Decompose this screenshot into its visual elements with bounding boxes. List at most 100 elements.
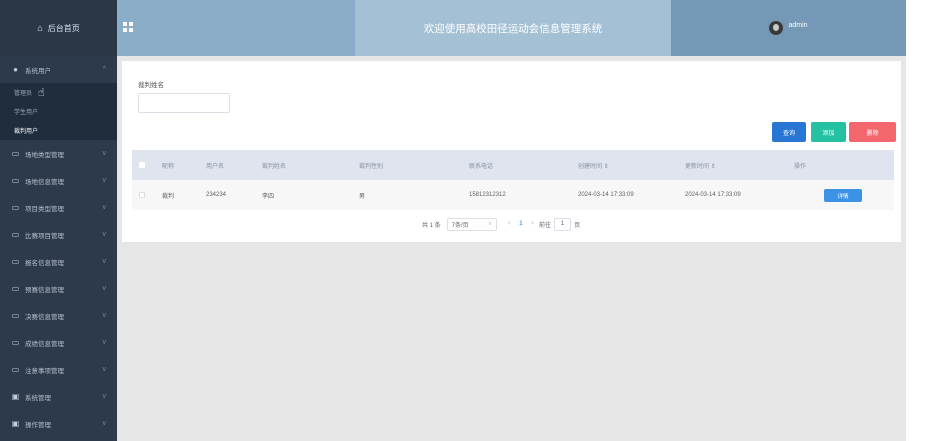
- column-header: 裁判性别: [359, 163, 384, 170]
- chevron-down-icon: v: [102, 420, 107, 427]
- sidebar-subitem-label: 管理员: [14, 91, 33, 97]
- chevron-down-icon: v: [102, 150, 107, 157]
- user-icon: ●: [13, 65, 18, 74]
- cell-gender: 男: [359, 193, 366, 200]
- sidebar-subitem-student[interactable]: 学生用户: [0, 102, 117, 121]
- sidebar-item-label: 成绩信息管理: [25, 340, 64, 348]
- sidebar-item-label: 报名信息管理: [25, 259, 64, 267]
- main-content: 裁判姓名 查询 添加 删除 昵称 用户名 裁判姓名 裁判性别 联系电话 创建时间…: [117, 56, 906, 441]
- cell-nickname: 裁判: [162, 193, 175, 200]
- sidebar-item-label: 项目类型管理: [25, 205, 64, 213]
- sidebar-home[interactable]: ⌂ 后台首页: [0, 0, 117, 56]
- column-header: 昵称: [162, 163, 175, 170]
- sidebar-item-registration[interactable]: ▭ 报名信息管理 v: [0, 248, 117, 275]
- chevron-down-icon: v: [102, 339, 107, 346]
- sidebar-subitem-label: 裁判用户: [14, 129, 39, 135]
- document-icon: ▭: [11, 257, 20, 266]
- sidebar-item-label: 预赛信息管理: [25, 286, 64, 294]
- table-row: 裁判 234234 李四 男 15812312312 2024-03-14 17…: [132, 180, 894, 210]
- column-header: 联系电话: [469, 163, 494, 170]
- prev-page-icon[interactable]: <: [508, 221, 512, 227]
- delete-button[interactable]: 删除: [849, 122, 896, 142]
- current-page[interactable]: 1: [519, 221, 522, 227]
- sidebar-item-operation[interactable]: ▣ 操作管理 v: [0, 410, 117, 437]
- sidebar-item-label: 场地类型管理: [25, 151, 64, 159]
- sidebar-item-label: 系统用户: [25, 67, 51, 75]
- document-icon: ▭: [11, 365, 20, 374]
- hand-cursor-icon: ☝: [38, 87, 45, 99]
- sidebar-item-final[interactable]: ▭ 决赛信息管理 v: [0, 302, 117, 329]
- document-icon: ▭: [11, 230, 20, 239]
- page-title: 欢迎使用高校田径运动会信息管理系统: [355, 0, 671, 56]
- add-button[interactable]: 添加: [811, 122, 846, 142]
- chevron-down-icon: v: [102, 231, 107, 238]
- sidebar-item-competition[interactable]: ▭ 比赛项目管理 v: [0, 221, 117, 248]
- document-icon: ▭: [11, 338, 20, 347]
- column-header-sortable[interactable]: 更新时间 ⇕: [685, 150, 716, 180]
- chart-icon: ▣: [11, 392, 20, 401]
- document-icon: ▭: [11, 203, 20, 212]
- document-icon: ▭: [11, 284, 20, 293]
- cell-phone: 15812312312: [469, 192, 506, 198]
- sidebar-item-label: 系统管理: [25, 394, 51, 402]
- sidebar-item-notice[interactable]: ▭ 注意事项管理 v: [0, 356, 117, 383]
- username: admin: [788, 21, 808, 29]
- sidebar-item-prelim[interactable]: ▭ 预赛信息管理 v: [0, 275, 117, 302]
- search-label: 裁判姓名: [138, 82, 164, 89]
- user-menu[interactable]: admin: [671, 0, 906, 56]
- sidebar-item-system-user[interactable]: ● 系统用户 ^: [0, 56, 117, 83]
- sidebar-item-system[interactable]: ▣ 系统管理 v: [0, 383, 117, 410]
- document-icon: ▭: [11, 176, 20, 185]
- row-checkbox[interactable]: [139, 180, 145, 210]
- sidebar-item-venue-info[interactable]: ▭ 场地信息管理 v: [0, 167, 117, 194]
- sidebar-subitem-referee[interactable]: 裁判用户: [0, 121, 117, 140]
- sidebar-item-score[interactable]: ▭ 成绩信息管理 v: [0, 329, 117, 356]
- chevron-up-icon: ^: [102, 66, 106, 73]
- app-root: ⌂ 后台首页 ● 系统用户 ^ 管理员 ☝ 学生用户 裁判用户 ▭ 场地类型管理…: [0, 0, 906, 441]
- sidebar-item-label: 注意事项管理: [25, 367, 64, 375]
- cell-updated: 2024-03-14 17:33:09: [685, 192, 741, 198]
- sidebar-submenu: 管理员 ☝ 学生用户 裁判用户: [0, 83, 117, 140]
- home-icon: ⌂: [37, 23, 43, 33]
- goto-suffix: 页: [574, 222, 581, 229]
- document-icon: ▭: [11, 149, 20, 158]
- top-header: 欢迎使用高校田径运动会信息管理系统 admin: [117, 0, 906, 56]
- column-header: 用户名: [206, 163, 225, 170]
- goto-prefix: 前往: [539, 222, 552, 229]
- chevron-down-icon: v: [102, 177, 107, 184]
- cell-username: 234234: [206, 192, 227, 198]
- chevron-down-icon: v: [102, 285, 107, 292]
- menu-toggle-icon[interactable]: [123, 22, 133, 32]
- sidebar-item-label: 决赛信息管理: [25, 313, 64, 321]
- column-header-sortable[interactable]: 创建时间 ⇕: [578, 150, 609, 180]
- sidebar-item-label: 操作管理: [25, 421, 51, 429]
- sidebar: ⌂ 后台首页 ● 系统用户 ^ 管理员 ☝ 学生用户 裁判用户 ▭ 场地类型管理…: [0, 0, 117, 441]
- chevron-down-icon: v: [488, 221, 492, 227]
- avatar: [769, 21, 784, 35]
- sidebar-subitem-label: 学生用户: [14, 110, 39, 116]
- table-header: 昵称 用户名 裁判姓名 裁判性别 联系电话 创建时间 ⇕ 更新时间 ⇕ 操作: [132, 150, 894, 180]
- column-header: 操作: [794, 163, 807, 170]
- content-card: 裁判姓名 查询 添加 删除 昵称 用户名 裁判姓名 裁判性别 联系电话 创建时间…: [122, 61, 901, 242]
- sidebar-item-project-type[interactable]: ▭ 项目类型管理 v: [0, 194, 117, 221]
- page-size-select[interactable]: 7条/页 v: [446, 217, 497, 231]
- next-page-icon[interactable]: >: [531, 221, 535, 227]
- cell-name: 李四: [262, 193, 275, 200]
- referee-name-input[interactable]: [138, 93, 230, 113]
- sidebar-subitem-admin[interactable]: 管理员 ☝: [0, 83, 117, 102]
- detail-button[interactable]: 详情: [824, 189, 862, 202]
- chevron-down-icon: v: [102, 393, 107, 400]
- cell-created: 2024-03-14 17:33:09: [578, 192, 634, 198]
- query-button[interactable]: 查询: [772, 122, 806, 142]
- page-size-value: 7条/页: [451, 222, 469, 229]
- sidebar-item-venue-type[interactable]: ▭ 场地类型管理 v: [0, 140, 117, 167]
- pagination-total: 共 1 条: [422, 222, 441, 229]
- goto-page-input[interactable]: 1: [554, 217, 572, 231]
- column-header: 裁判姓名: [262, 163, 287, 170]
- select-all-checkbox[interactable]: [139, 150, 145, 180]
- chart-icon: ▣: [11, 419, 20, 428]
- sidebar-item-label: 比赛项目管理: [25, 232, 64, 240]
- sidebar-home-label: 后台首页: [47, 23, 80, 33]
- chevron-down-icon: v: [102, 258, 107, 265]
- pagination: 共 1 条 7条/页 v < 1 > 前往 1 页: [422, 217, 580, 231]
